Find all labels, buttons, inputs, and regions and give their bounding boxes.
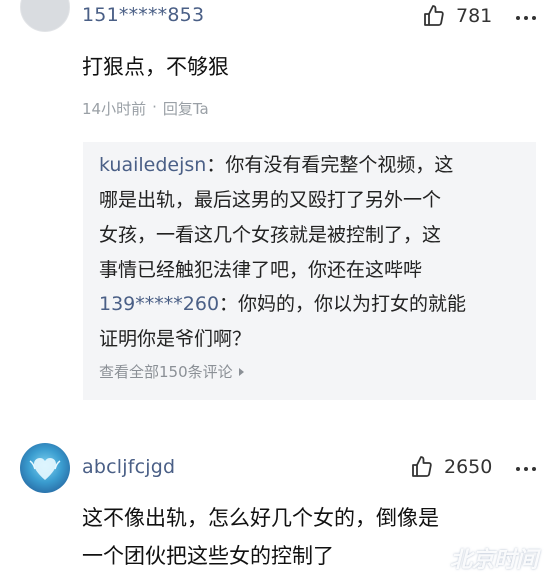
comment-text: 打狠点，不够狠 (82, 55, 229, 79)
watermark-logo: 北京时间 (449, 548, 538, 573)
view-all-replies-link[interactable]: 查看全部150条评论 (99, 361, 244, 382)
reply-colon: ： (206, 154, 226, 176)
reply-colon: ： (219, 293, 239, 315)
reply-username[interactable]: 139*****260 (99, 293, 219, 315)
reply-text-line: 女孩，一看这几个女孩就是被控制了，这 (99, 224, 442, 246)
reply-text-line: 你有没有看完整个视频，这 (225, 154, 454, 176)
reply-text-line: 你妈的，你以为打女的就能 (238, 293, 467, 315)
avatar[interactable] (20, 0, 70, 32)
reply-button[interactable]: 回复Ta (163, 98, 209, 119)
comment-meta: 14小时前 · 回复Ta (82, 98, 209, 119)
like-count: 781 (456, 5, 493, 27)
comment-time: 14小时前 (82, 100, 147, 118)
comment-text: 这不像出轨，怎么好几个女的，倒像是 一个团伙把这些女的控制了 (82, 499, 439, 575)
avatar[interactable] (20, 443, 70, 493)
more-dots-icon[interactable] (516, 16, 536, 20)
like-button[interactable]: 2650 (410, 455, 492, 479)
reply-thread: kuailedejsn：你有没有看完整个视频，这 哪是出轨，最后这男的又殴打了另… (83, 142, 536, 400)
comment-username[interactable]: abcljfcjgd (82, 456, 175, 478)
view-all-label: 查看全部150条评论 (99, 363, 233, 381)
like-button[interactable]: 781 (422, 4, 492, 28)
reply-item[interactable]: kuailedejsn：你有没有看完整个视频，这 哪是出轨，最后这男的又殴打了另… (99, 148, 453, 288)
thumbs-up-icon (424, 5, 444, 26)
heart-wings-icon (29, 458, 61, 480)
reply-text-line: 证明你是爷们啊？ (99, 328, 252, 350)
reply-item[interactable]: 139*****260：你妈的，你以为打女的就能 证明你是爷们啊？ (99, 287, 466, 357)
comment-text-line: 一个团伙把这些女的控制了 (82, 544, 334, 568)
like-count: 2650 (444, 456, 493, 478)
comment-text-line: 这不像出轨，怎么好几个女的，倒像是 (82, 506, 439, 530)
more-dots-icon[interactable] (516, 467, 536, 471)
reply-text-line: 哪是出轨，最后这男的又殴打了另外一个 (99, 189, 442, 211)
thumbs-up-icon (412, 456, 432, 477)
chevron-right-icon (238, 367, 244, 376)
comment-username[interactable]: 151*****853 (82, 4, 204, 26)
reply-text-line: 事情已经触犯法律了吧，你还在这哔哔 (99, 259, 423, 281)
meta-separator: · (152, 98, 157, 116)
reply-username[interactable]: kuailedejsn (99, 154, 206, 176)
